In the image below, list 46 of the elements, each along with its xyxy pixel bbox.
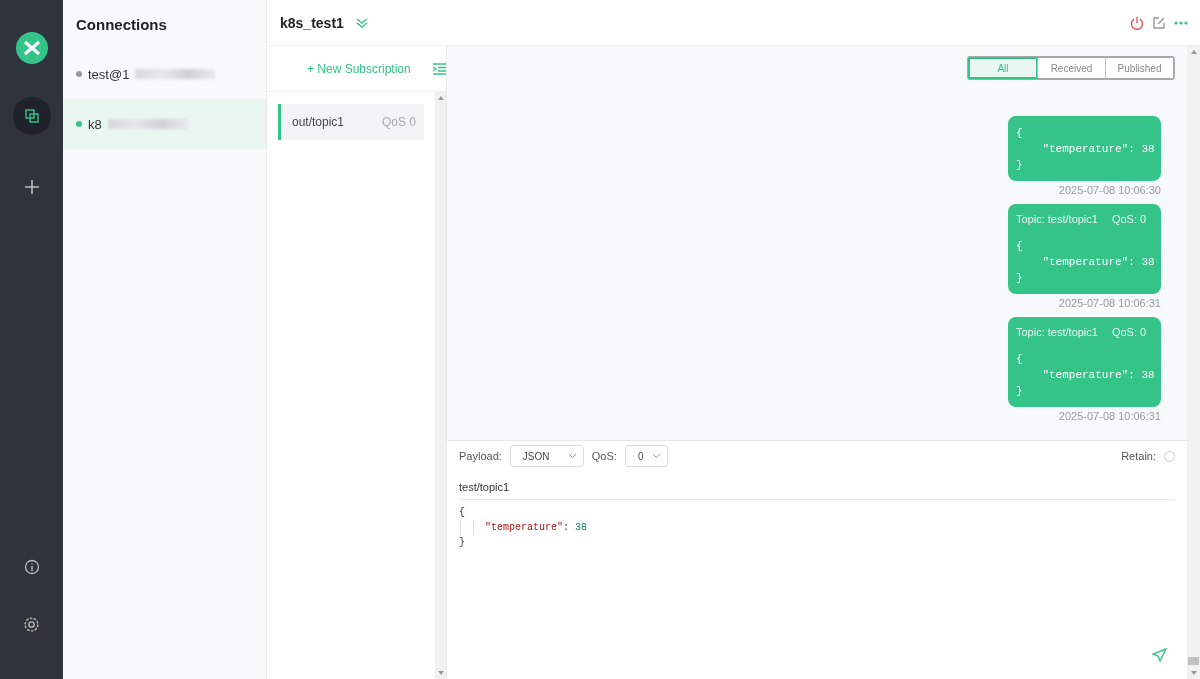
topic-input[interactable]: test/topic1 [459,471,1175,500]
chevron-icon[interactable] [355,16,368,29]
connection-name: k8 [88,116,102,132]
scroll-thumb[interactable] [1188,657,1199,665]
message-time: 2025-07-08 10:06:30 [1058,184,1161,196]
message-qos: QoS: 0 [1111,326,1147,338]
message-payload: { "temperature": 38 } [1016,352,1153,399]
more-icon[interactable] [1174,20,1188,25]
scroll-up-icon[interactable] [437,96,444,100]
payload-format-select[interactable]: JSON [509,445,584,467]
message-topic: Topic: test/topic1 [1016,213,1098,225]
payload-editor[interactable]: { "temperature": 38 } [459,500,1175,550]
caret-icon [651,453,661,459]
logo-icon [15,32,48,64]
message-topic: Topic: test/topic1 [1016,326,1098,338]
connections-title: Connections [76,16,168,33]
connection-item[interactable]: test@1 [63,49,266,99]
edit-icon[interactable] [1152,15,1166,30]
connection-item[interactable]: k8 [63,99,266,149]
message-payload: { "temperature": 38 } [1016,239,1153,286]
caret-icon [567,453,577,459]
subscription-topic: out/topic1 [292,115,345,129]
message-time: 2025-07-08 10:06:31 [1058,410,1161,422]
connections-nav-button[interactable] [12,97,51,135]
connection-name: test@1 [88,66,130,82]
filter-tab[interactable]: Published [1105,58,1173,78]
send-icon[interactable] [1152,648,1167,665]
message-payload: { "temperature": 38 } [1016,126,1153,173]
subscription-qos: QoS 0 [381,115,416,129]
scrollbar[interactable] [1187,46,1200,679]
list-collapse-icon[interactable] [433,62,446,75]
connection-title: k8s_test1 [280,14,344,31]
subscription-item[interactable]: out/topic1 QoS 0 [278,104,424,140]
payload-label: Payload: [459,450,502,462]
power-icon[interactable] [1130,15,1144,30]
retain-label: Retain: [1121,450,1156,462]
scroll-up-icon[interactable] [1190,50,1197,54]
message-time: 2025-07-08 10:06:31 [1058,297,1161,309]
message-qos: QoS: 0 [1111,213,1147,225]
filter-tab[interactable]: Received [1037,58,1105,78]
qos-select[interactable]: 0 [624,445,668,467]
qos-label: QoS: [591,450,617,462]
windows-icon [24,109,39,123]
scroll-down-icon[interactable] [437,671,444,675]
scroll-down-icon[interactable] [1190,671,1197,675]
scrollbar[interactable] [435,92,446,679]
